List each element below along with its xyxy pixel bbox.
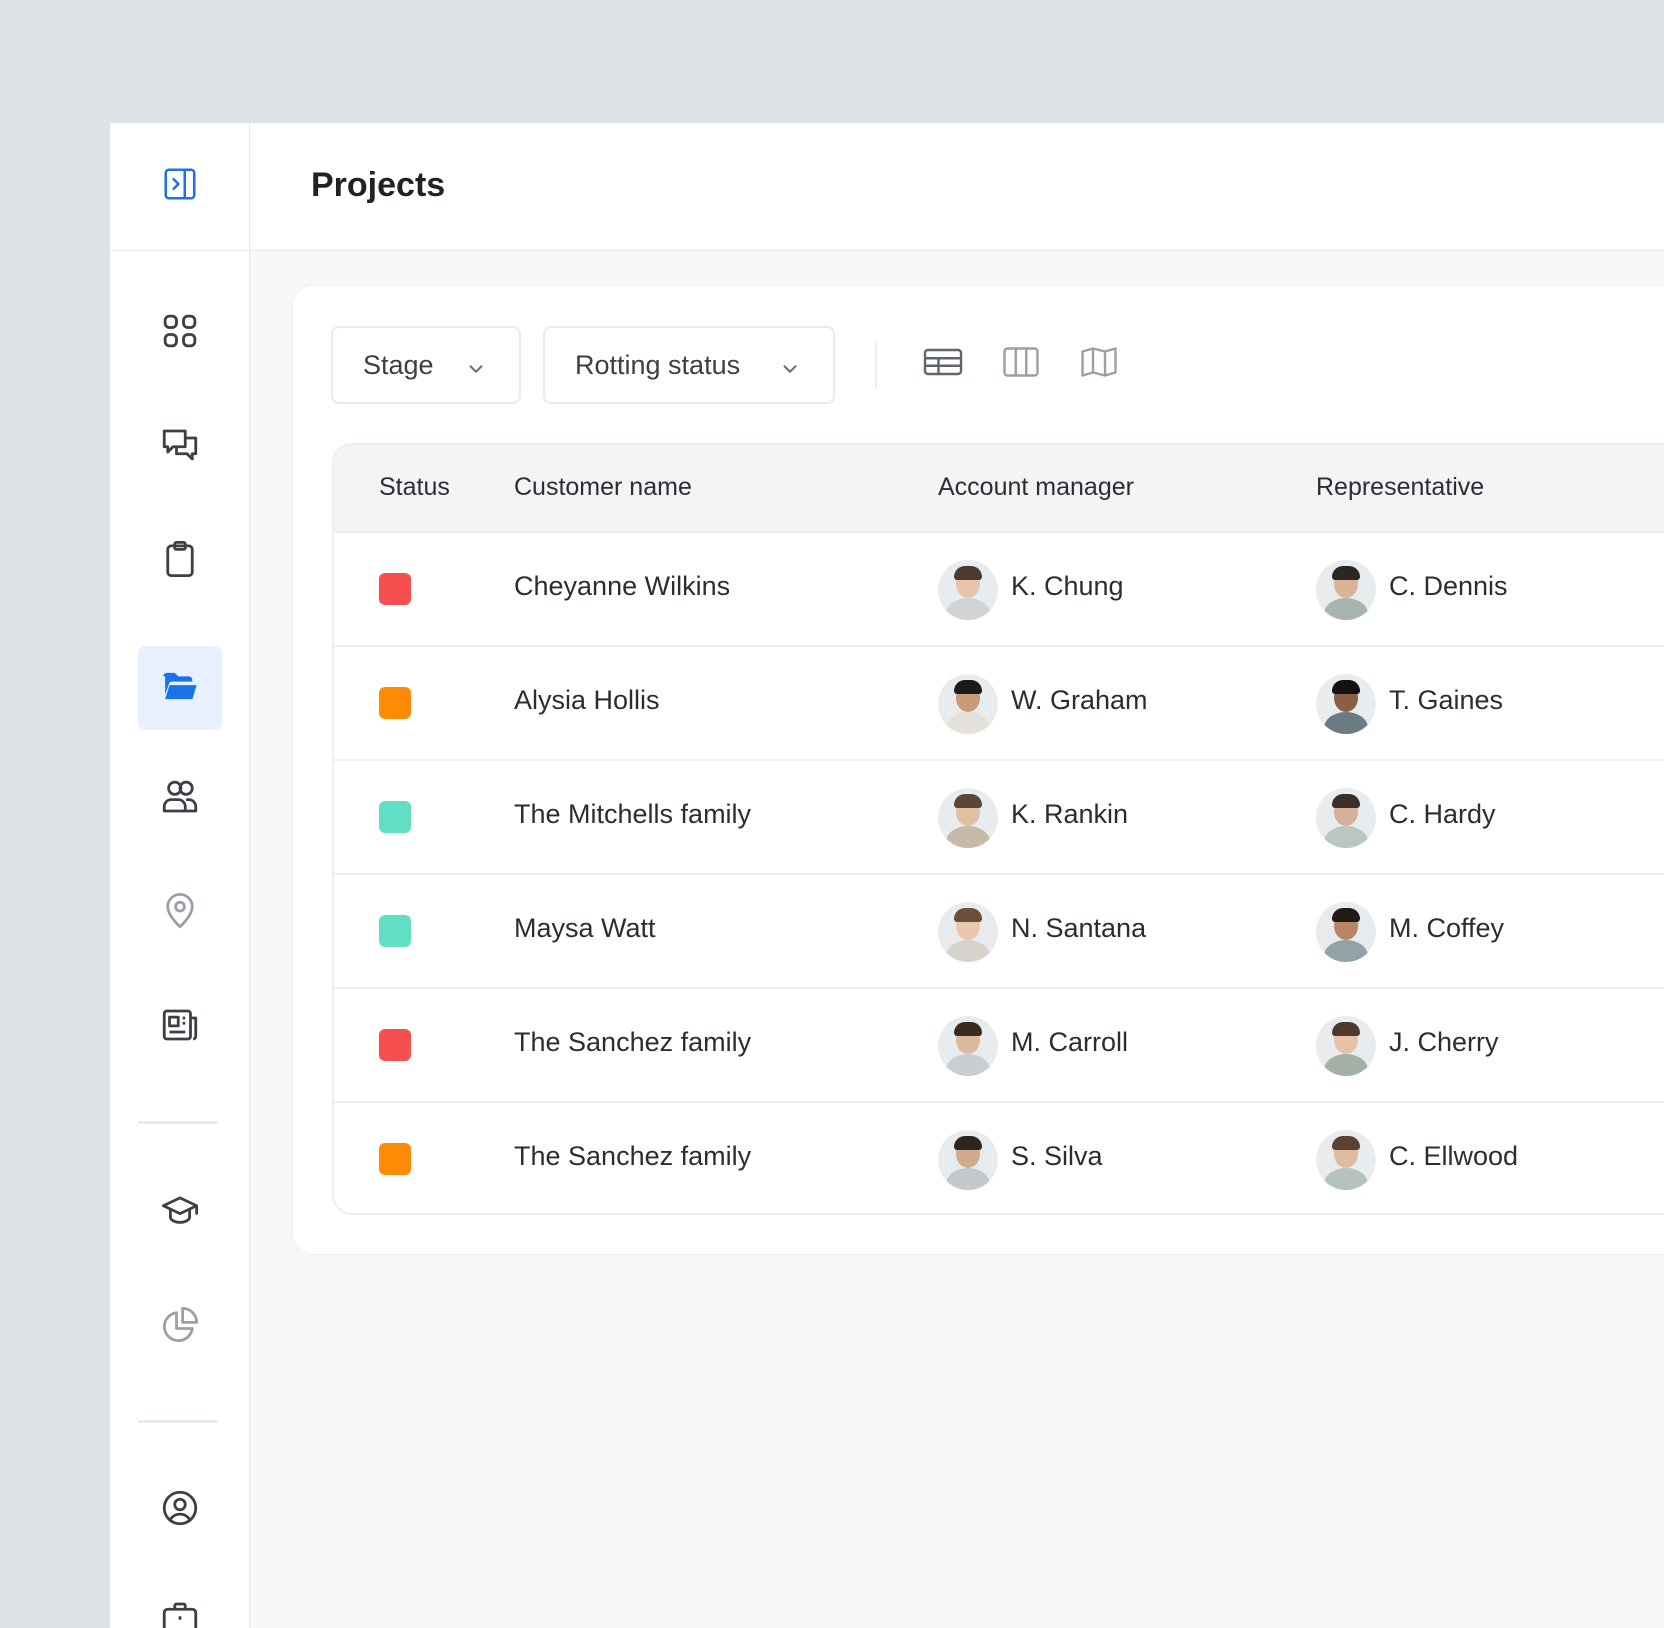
representative-name: C. Hardy bbox=[1389, 799, 1496, 829]
sidebar bbox=[110, 123, 250, 1628]
account-manager-avatar bbox=[938, 674, 998, 734]
account-manager-avatar bbox=[938, 902, 998, 962]
grid-icon bbox=[159, 310, 201, 357]
table-row[interactable]: Alysia Hollis W. Graham T. Gaines bbox=[334, 647, 1664, 761]
folder-open-icon bbox=[159, 665, 201, 712]
user-circle-icon bbox=[159, 1487, 201, 1534]
column-header-account-manager[interactable]: Account manager bbox=[938, 473, 1134, 502]
sidebar-header bbox=[110, 123, 249, 251]
briefcase-icon bbox=[159, 1597, 201, 1628]
representative-name: T. Gaines bbox=[1389, 685, 1504, 715]
sidebar-divider bbox=[138, 1121, 218, 1124]
sidebar-item-reports[interactable] bbox=[138, 1285, 222, 1369]
sidebar-item-tasks[interactable] bbox=[138, 519, 222, 603]
page-title: Projects bbox=[311, 166, 446, 204]
map-pin-icon bbox=[159, 890, 201, 937]
account-manager-name: K. Chung bbox=[1011, 571, 1124, 601]
toolbar-divider bbox=[875, 341, 877, 389]
table-view-button[interactable] bbox=[920, 344, 966, 384]
representative-name: C. Dennis bbox=[1389, 571, 1508, 601]
pie-chart-icon bbox=[159, 1304, 201, 1351]
customer-name[interactable]: The Sanchez family bbox=[514, 1141, 751, 1172]
table-view-icon bbox=[922, 344, 964, 385]
sidebar-item-profile[interactable] bbox=[138, 1468, 222, 1552]
account-manager-avatar bbox=[938, 560, 998, 620]
account-manager-avatar bbox=[938, 1130, 998, 1190]
status-indicator bbox=[379, 1029, 411, 1061]
stage-filter-dropdown[interactable]: Stage bbox=[331, 326, 521, 404]
table-row[interactable]: The Mitchells family K. Rankin C. Hardy bbox=[334, 761, 1664, 875]
representative-avatar bbox=[1316, 674, 1376, 734]
sidebar-divider bbox=[138, 1420, 218, 1423]
rotting-status-filter-dropdown[interactable]: Rotting status bbox=[543, 326, 835, 404]
chevron-down-icon bbox=[465, 356, 487, 378]
column-header-customer-name[interactable]: Customer name bbox=[514, 473, 692, 502]
users-icon bbox=[159, 776, 201, 823]
sidebar-item-messages[interactable] bbox=[138, 405, 222, 489]
representative-name: J. Cherry bbox=[1389, 1027, 1499, 1057]
account-manager-avatar bbox=[938, 1016, 998, 1076]
customer-name[interactable]: Alysia Hollis bbox=[514, 685, 660, 716]
status-indicator bbox=[379, 1143, 411, 1175]
columns-view-icon bbox=[1000, 344, 1042, 385]
table-header-row: Status Customer name Account manager Rep… bbox=[334, 445, 1664, 533]
graduation-cap-icon bbox=[159, 1190, 201, 1237]
map-view-button[interactable] bbox=[1076, 344, 1122, 384]
account-manager-name: K. Rankin bbox=[1011, 799, 1129, 829]
sidebar-item-learning[interactable] bbox=[138, 1171, 222, 1255]
representative-avatar bbox=[1316, 1130, 1376, 1190]
account-manager-name: M. Carroll bbox=[1011, 1027, 1129, 1057]
representative-avatar bbox=[1316, 560, 1376, 620]
sidebar-item-projects[interactable] bbox=[138, 646, 222, 730]
sidebar-item-news[interactable] bbox=[138, 985, 222, 1069]
status-indicator bbox=[379, 687, 411, 719]
customer-name[interactable]: Cheyanne Wilkins bbox=[514, 571, 730, 602]
status-indicator bbox=[379, 801, 411, 833]
representative-name: M. Coffey bbox=[1389, 913, 1505, 943]
page-header: Projects bbox=[250, 123, 1664, 251]
chat-bubbles-icon bbox=[159, 424, 201, 471]
account-manager-name: S. Silva bbox=[1011, 1141, 1103, 1171]
representative-avatar bbox=[1316, 788, 1376, 848]
representative-avatar bbox=[1316, 902, 1376, 962]
account-manager-name: N. Santana bbox=[1011, 913, 1147, 943]
customer-name[interactable]: The Sanchez family bbox=[514, 1027, 751, 1058]
columns-view-button[interactable] bbox=[998, 344, 1044, 384]
customer-name[interactable]: The Mitchells family bbox=[514, 799, 751, 830]
projects-table: Status Customer name Account manager Rep… bbox=[332, 443, 1664, 1215]
sidebar-item-contacts[interactable] bbox=[138, 757, 222, 841]
status-indicator bbox=[379, 915, 411, 947]
representative-name: C. Ellwood bbox=[1389, 1141, 1519, 1171]
account-manager-avatar bbox=[938, 788, 998, 848]
stage-filter-label: Stage bbox=[363, 349, 434, 380]
sidebar-item-briefcase[interactable] bbox=[138, 1578, 222, 1628]
table-row[interactable]: The Sanchez family M. Carroll J. Cherry bbox=[334, 989, 1664, 1103]
customer-name[interactable]: Maysa Watt bbox=[514, 913, 656, 944]
column-header-status[interactable]: Status bbox=[379, 473, 450, 502]
rotting-status-filter-label: Rotting status bbox=[575, 349, 741, 380]
chevron-down-icon bbox=[779, 356, 801, 378]
sidebar-item-dashboard[interactable] bbox=[138, 291, 222, 375]
sidebar-expand-icon[interactable] bbox=[161, 165, 199, 208]
table-row[interactable]: Maysa Watt N. Santana M. Coffey bbox=[334, 875, 1664, 989]
app-window: Projects Stage Rotting status Status Cus… bbox=[110, 123, 1664, 1628]
sidebar-item-locations[interactable] bbox=[138, 871, 222, 955]
map-view-icon bbox=[1078, 344, 1120, 385]
table-row[interactable]: Cheyanne Wilkins K. Chung C. Dennis bbox=[334, 533, 1664, 647]
table-row[interactable]: The Sanchez family S. Silva C. Ellwood bbox=[334, 1103, 1664, 1213]
account-manager-name: W. Graham bbox=[1011, 685, 1148, 715]
projects-card: Stage Rotting status Status Customer nam… bbox=[292, 285, 1664, 1255]
representative-avatar bbox=[1316, 1016, 1376, 1076]
column-header-representative[interactable]: Representative bbox=[1316, 473, 1484, 502]
newspaper-icon bbox=[159, 1004, 201, 1051]
clipboard-icon bbox=[159, 538, 201, 585]
status-indicator bbox=[379, 573, 411, 605]
